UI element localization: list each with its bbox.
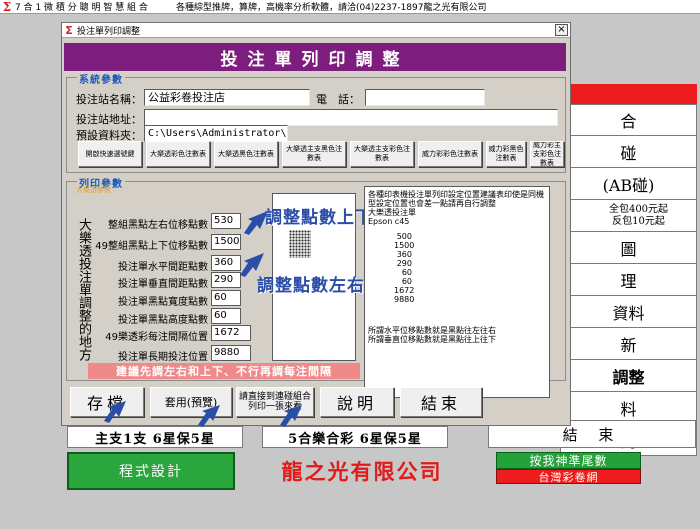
phone-input[interactable] bbox=[365, 89, 485, 106]
param-label: 49樂透彩每注間隔位置 bbox=[105, 332, 208, 343]
param-label: 49整組黑點上下位移點數 bbox=[95, 241, 208, 252]
lotto-black-table-button[interactable]: 大樂透黑色注數表 bbox=[214, 141, 278, 167]
right-menu-item-update[interactable]: 新 bbox=[560, 328, 697, 360]
param-input-vertical-spacing[interactable]: 290 bbox=[211, 272, 241, 288]
power-black-table-button[interactable]: 威力彩黑色注數表 bbox=[486, 141, 526, 167]
system-params-legend: 系統參數 bbox=[77, 71, 125, 86]
help-button[interactable]: 說明 bbox=[320, 387, 394, 417]
right-menu-item-label: 資料 bbox=[612, 303, 645, 323]
close-icon[interactable]: × bbox=[555, 24, 568, 36]
main-titlebar: Σ 7 合 1 微 積 分 聰 明 智 慧 組 合 各種綜型推牌，算牌，高機率分… bbox=[0, 0, 700, 14]
adjust-up-down-note: 調整點數上下 bbox=[265, 208, 373, 228]
right-menu-item-manage[interactable]: 理 bbox=[560, 264, 697, 296]
adjust-left-right-note: 調整點數左右 bbox=[257, 276, 365, 296]
dialog-logo-icon: Σ bbox=[65, 23, 73, 37]
program-design-button[interactable]: 程式設計 bbox=[67, 452, 235, 490]
folder-input[interactable]: C:\Users\Administrator\Des bbox=[144, 125, 288, 142]
printer-settings-info: 各種印表機投注單列印設定位置建議表印使是同機型設定位置也會差一點請再自行調整 大… bbox=[364, 186, 550, 398]
station-name-label: 投注站名稱： bbox=[76, 93, 142, 106]
right-menu-item-label: 碰 bbox=[620, 143, 637, 163]
right-menu-item-adjust[interactable]: 調整 bbox=[560, 360, 697, 392]
param-input-dot-height[interactable]: 60 bbox=[211, 308, 241, 324]
right-menu-item-label: 圖 bbox=[620, 239, 637, 259]
info-value: 60 bbox=[401, 277, 412, 286]
dialog-exit-button[interactable]: 結束 bbox=[400, 387, 482, 417]
param-label: 整組黑點左右位移點數 bbox=[108, 220, 208, 231]
dialog-header: 投注單列印調整 bbox=[64, 43, 566, 71]
info-value: 360 bbox=[396, 250, 412, 259]
param-label: 投注單水平間距點數 bbox=[118, 262, 208, 273]
taiwan-lottery-link[interactable]: 台灣彩卷網 bbox=[496, 469, 641, 484]
quick-select-button[interactable]: 開啟快速選號鍵 bbox=[78, 141, 142, 167]
right-menu-item-pong[interactable]: 碰 bbox=[560, 136, 697, 168]
param-label: 投注單黑點高度點數 bbox=[118, 315, 208, 326]
address-input[interactable] bbox=[144, 109, 558, 126]
main-window-info: 各種綜型推牌，算牌，高機率分析軟體，請洽(04)2237-1897龍之光有限公司 bbox=[175, 3, 487, 13]
right-menu-item-label: 料 bbox=[620, 399, 637, 419]
right-menu-item-label: 理 bbox=[620, 271, 637, 291]
info-outro-text: 所謂水平位移點數就是黑點往左往右 所謂垂直位移點數就是黑點往上往下 bbox=[368, 326, 496, 344]
info-value: 9880 bbox=[394, 295, 415, 304]
dot-grid-preview bbox=[289, 230, 311, 258]
right-menu-item-combo[interactable]: 合 bbox=[560, 104, 697, 136]
param-input-bet-interval[interactable]: 1672 bbox=[211, 325, 251, 341]
phone-label: 電 話： bbox=[316, 93, 360, 106]
lotto-adjust-vertical-title: 大樂透投注單調整的地方 bbox=[76, 218, 91, 361]
right-menu: 合 碰 (AB碰) 全包400元起 反包10元起 圖 理 資料 新 調整 料 詢 bbox=[560, 104, 697, 456]
station-name-input[interactable]: 公益彩卷投注店 bbox=[144, 89, 310, 106]
info-value: 1672 bbox=[394, 286, 415, 295]
info-value: 60 bbox=[401, 268, 412, 277]
address-label: 投注站地址： bbox=[76, 113, 142, 126]
lotto-main-black-table-button[interactable]: 大樂透主支黑色注數表 bbox=[282, 141, 346, 167]
summary-main-branch: 主支1支 6星保5星 bbox=[67, 426, 243, 448]
right-menu-item-ab-pong[interactable]: (AB碰) bbox=[560, 168, 697, 200]
param-input-long-term-position[interactable]: 9880 bbox=[211, 345, 251, 361]
main-window-title: 7 合 1 微 積 分 聰 明 智 慧 組 合 bbox=[15, 3, 148, 13]
lotto-params-sublegend: 大樂透參數 bbox=[76, 186, 111, 194]
right-menu-header-bar bbox=[560, 84, 697, 104]
right-menu-item-label: (AB碰) bbox=[602, 175, 655, 195]
param-input-dot-width[interactable]: 60 bbox=[211, 290, 241, 306]
param-label: 投注單黑點寬度點數 bbox=[118, 297, 208, 308]
param-label: 投注單長期投注位置 bbox=[118, 352, 208, 363]
right-menu-item-label: 全包400元起 反包10元起 bbox=[608, 203, 669, 227]
lucky-tail-button[interactable]: 按我神準尾數 bbox=[496, 452, 641, 469]
info-value: 290 bbox=[396, 259, 412, 268]
company-name: 龍之光有限公司 bbox=[281, 459, 443, 484]
adjust-advice-bar: 建議先調左右和上下、不行再調每注間隔 bbox=[88, 363, 360, 379]
dialog-titlebar: Σ 投注單列印調整 × bbox=[62, 23, 570, 38]
param-label: 投注單垂直間距點數 bbox=[118, 279, 208, 290]
power-main-color-table-button[interactable]: 威力彩主支彩色注數表 bbox=[530, 141, 564, 167]
param-input-group-ud-offset[interactable]: 1500 bbox=[211, 234, 241, 250]
info-value: 500 bbox=[396, 232, 412, 241]
arrow-save-icon bbox=[104, 401, 126, 423]
right-menu-item-data[interactable]: 資料 bbox=[560, 296, 697, 328]
app-logo-icon: Σ bbox=[2, 0, 12, 14]
print-adjust-dialog: Σ 投注單列印調整 × 投注單列印調整 系統參數 投注站名稱： 公益彩卷投注店 … bbox=[61, 22, 571, 427]
lotto-color-table-button[interactable]: 大樂透彩色注數表 bbox=[146, 141, 210, 167]
right-menu-item-label: 調整 bbox=[612, 367, 645, 387]
info-intro-text: 各種印表機投注單列印設定位置建議表印使是同機型設定位置也會差一點請再自行調整 大… bbox=[368, 190, 544, 226]
power-color-table-button[interactable]: 威力彩彩色注數表 bbox=[418, 141, 482, 167]
right-menu-item-package[interactable]: 全包400元起 反包10元起 bbox=[560, 200, 697, 232]
right-menu-item-label: 新 bbox=[620, 335, 637, 355]
right-menu-item-chart[interactable]: 圖 bbox=[560, 232, 697, 264]
lotto-main-color-table-button[interactable]: 大樂透主支彩色注數表 bbox=[350, 141, 414, 167]
info-value: 1500 bbox=[394, 241, 415, 250]
param-input-group-lr-offset[interactable]: 530 bbox=[211, 213, 241, 229]
info-values-list: 500 1500 360 290 60 60 1672 9880 bbox=[368, 232, 546, 304]
right-menu-item-label: 合 bbox=[620, 112, 637, 131]
dialog-title: 投注單列印調整 bbox=[77, 26, 141, 37]
summary-lotto: 5合樂合彩 6星保5星 bbox=[262, 426, 448, 448]
param-input-horizontal-spacing[interactable]: 360 bbox=[211, 255, 241, 271]
arrow-apply-icon bbox=[198, 405, 220, 427]
arrow-print-icon bbox=[280, 405, 302, 427]
